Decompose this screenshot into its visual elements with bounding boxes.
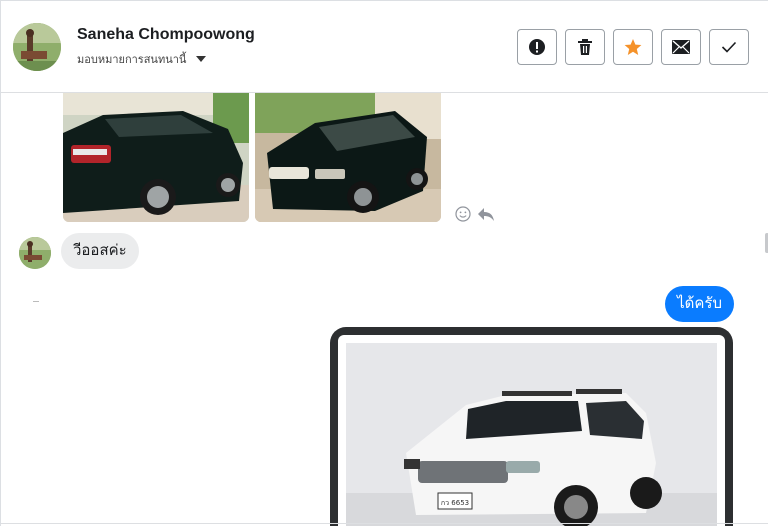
trash-icon [578, 39, 592, 55]
divider [33, 301, 39, 302]
contact-name: Saneha Chompoowong [77, 26, 255, 43]
alert-icon [529, 39, 545, 55]
check-icon [721, 41, 737, 53]
message-thread[interactable]: วีออสค่ะ ได้ครับ กว 6653 [1, 93, 768, 526]
emoji-reaction-icon[interactable] [455, 206, 471, 222]
messenger-conversation: Saneha Chompoowong มอบหมายการสนทนานี้ วี… [0, 0, 768, 526]
star-icon [624, 39, 642, 55]
license-plate: กว 6653 [441, 499, 469, 507]
incoming-message-bubble[interactable]: วีออสค่ะ [61, 233, 139, 269]
message-hover-actions [455, 206, 495, 222]
outgoing-message-bubble[interactable]: ได้ครับ [665, 286, 734, 322]
delete-button[interactable] [565, 29, 605, 65]
outgoing-image-message[interactable]: กว 6653 [330, 327, 733, 526]
assign-label: มอบหมายการสนทนานี้ [77, 54, 187, 66]
assign-conversation-dropdown[interactable]: มอบหมายการสนทนานี้ [77, 50, 207, 68]
star-button[interactable] [613, 29, 653, 65]
incoming-car-photo[interactable] [63, 93, 249, 222]
composer-divider [1, 523, 768, 524]
mark-done-button[interactable] [709, 29, 749, 65]
header-actions [517, 29, 749, 65]
chevron-down-icon [196, 56, 207, 62]
conversation-header: Saneha Chompoowong มอบหมายการสนทนานี้ [1, 1, 768, 93]
image-frame: กว 6653 [338, 335, 725, 526]
mail-icon [672, 40, 690, 54]
outgoing-car-photo: กว 6653 [346, 343, 717, 526]
mark-unread-button[interactable] [661, 29, 701, 65]
incoming-car-photo[interactable] [255, 93, 441, 222]
reply-icon[interactable] [477, 206, 495, 222]
contact-avatar[interactable] [13, 23, 61, 71]
contact-avatar[interactable] [19, 237, 51, 269]
spam-button[interactable] [517, 29, 557, 65]
